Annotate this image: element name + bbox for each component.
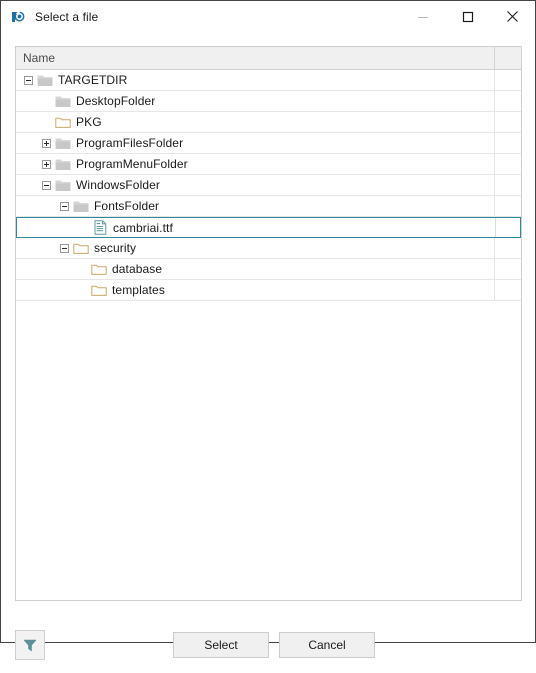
window-title: Select a file	[35, 9, 99, 24]
tree-row-label: ProgramMenuFolder	[76, 157, 188, 171]
tree-row-name-cell: templates	[16, 280, 495, 300]
tree-row-label: security	[94, 241, 137, 255]
tree-row-label: ProgramFilesFolder	[76, 136, 184, 150]
column-header-name-label: Name	[23, 51, 56, 65]
tree-row-extra-cell	[496, 218, 520, 238]
tree-row-extra-cell	[495, 133, 521, 153]
column-header-name[interactable]: Name	[16, 47, 495, 69]
tree-expander-placeholder	[76, 220, 91, 235]
column-header-extra[interactable]	[495, 47, 521, 69]
select-button[interactable]: Select	[173, 632, 269, 658]
tree-expander-placeholder	[39, 115, 54, 130]
tree-row[interactable]: PKG	[16, 112, 521, 133]
folder-gray-icon	[36, 72, 54, 88]
expand-plus-icon[interactable]	[39, 136, 54, 151]
tree-row-extra-cell	[495, 112, 521, 132]
tree-row-extra-cell	[495, 280, 521, 300]
tree-row[interactable]: templates	[16, 280, 521, 301]
tree-row-label: cambriai.ttf	[113, 220, 173, 235]
expand-plus-icon[interactable]	[39, 157, 54, 172]
tree-column-headers: Name	[16, 47, 521, 70]
tree-expander-placeholder	[75, 262, 90, 277]
select-a-file-dialog: Select a file Name TARGETDIR DesktopFold…	[0, 0, 536, 660]
collapse-minus-icon[interactable]	[21, 73, 36, 88]
folder-gray-icon	[72, 198, 90, 214]
tree-row[interactable]: ProgramMenuFolder	[16, 154, 521, 175]
collapse-minus-icon[interactable]	[57, 199, 72, 214]
tree-row-name-cell: database	[16, 259, 495, 279]
dialog-content: Name TARGETDIR DesktopFolder PKG ProgramFil…	[1, 32, 535, 660]
folder-open-icon	[90, 282, 108, 298]
tree-row-name-cell: cambriai.ttf	[17, 218, 496, 237]
tree-row-label: TARGETDIR	[58, 73, 128, 87]
tree-row-name-cell: ProgramFilesFolder	[16, 133, 495, 153]
tree-row-extra-cell	[495, 238, 521, 258]
tree-row[interactable]: FontsFolder	[16, 196, 521, 217]
tree-row-label: FontsFolder	[94, 199, 160, 213]
minimize-icon[interactable]	[400, 1, 445, 32]
folder-gray-icon	[54, 177, 72, 193]
folder-gray-icon	[54, 156, 72, 172]
tree-row-name-cell: ProgramMenuFolder	[16, 154, 495, 174]
tree-row[interactable]: cambriai.ttf	[16, 217, 521, 238]
folder-gray-icon	[54, 93, 72, 109]
cancel-button[interactable]: Cancel	[279, 632, 375, 658]
tree-expander-placeholder	[75, 283, 90, 298]
maximize-icon[interactable]	[445, 1, 490, 32]
dialog-footer: Select Cancel	[1, 615, 535, 673]
folder-gray-icon	[54, 135, 72, 151]
file-document-icon	[91, 220, 109, 236]
tree-row-extra-cell	[495, 175, 521, 195]
tree-row[interactable]: WindowsFolder	[16, 175, 521, 196]
tree-row-extra-cell	[495, 91, 521, 111]
tree-row-name-cell: FontsFolder	[16, 196, 495, 216]
tree-row-extra-cell	[495, 259, 521, 279]
window-controls	[400, 1, 535, 32]
folder-open-icon	[90, 261, 108, 277]
tree-row-name-cell: WindowsFolder	[16, 175, 495, 195]
tree-row-label: DesktopFolder	[76, 94, 156, 108]
tree-row-label: database	[112, 262, 163, 276]
tree-row-extra-cell	[495, 70, 521, 90]
tree-row[interactable]: TARGETDIR	[16, 70, 521, 91]
tree-row-name-cell: TARGETDIR	[16, 70, 495, 90]
folder-open-icon	[54, 114, 72, 130]
tree-row-name-cell: DesktopFolder	[16, 91, 495, 111]
tree-row-name-cell: security	[16, 238, 495, 258]
close-icon[interactable]	[490, 1, 535, 32]
tree-row[interactable]: ProgramFilesFolder	[16, 133, 521, 154]
filter-funnel-icon[interactable]	[15, 630, 45, 660]
tree-row-extra-cell	[495, 196, 521, 216]
tree-row-label: WindowsFolder	[76, 178, 160, 192]
tree-row[interactable]: DesktopFolder	[16, 91, 521, 112]
folder-open-icon	[72, 240, 90, 256]
tree-row-list: TARGETDIR DesktopFolder PKG ProgramFilesFol…	[16, 70, 521, 301]
title-bar[interactable]: Select a file	[1, 1, 535, 32]
app-logo-icon	[10, 9, 26, 25]
tree-expander-placeholder	[39, 94, 54, 109]
tree-row-extra-cell	[495, 154, 521, 174]
tree-row[interactable]: security	[16, 238, 521, 259]
collapse-minus-icon[interactable]	[57, 241, 72, 256]
tree-row-label: templates	[112, 283, 165, 297]
tree-row-name-cell: PKG	[16, 112, 495, 132]
tree-row-label: PKG	[76, 115, 102, 129]
collapse-minus-icon[interactable]	[39, 178, 54, 193]
tree-row[interactable]: database	[16, 259, 521, 280]
file-tree-panel[interactable]: Name TARGETDIR DesktopFolder PKG ProgramFil…	[15, 46, 522, 601]
